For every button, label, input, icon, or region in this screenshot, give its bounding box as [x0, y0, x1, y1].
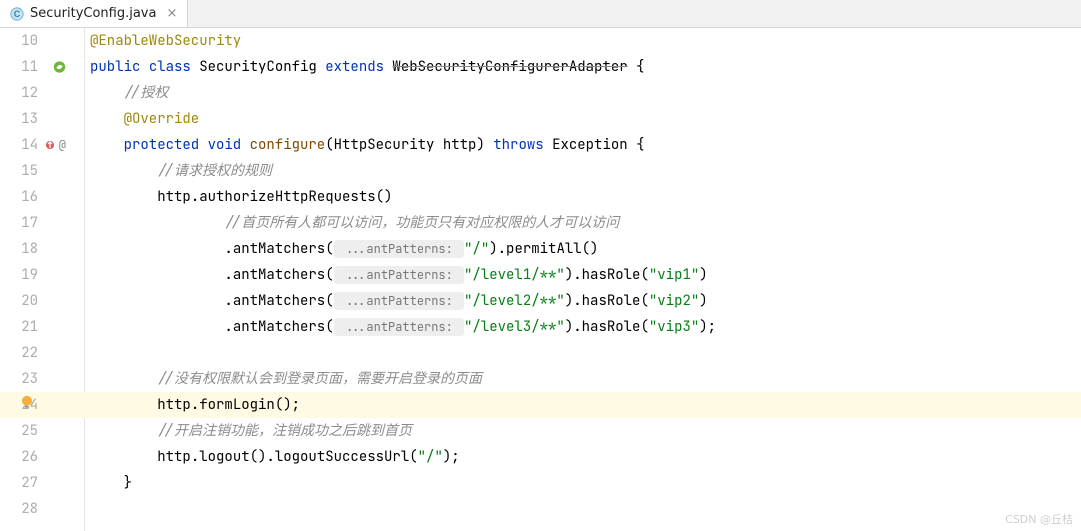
- code-line: http.authorizeHttpRequests(): [68, 184, 1081, 210]
- code-line: //授权: [68, 80, 1081, 106]
- code-line: }: [68, 470, 1081, 496]
- code-line: [68, 340, 1081, 366]
- code-line: http.formLogin();: [68, 392, 1081, 418]
- param-hint: ...antPatterns:: [334, 318, 464, 336]
- code-line: //首页所有人都可以访问，功能页只有对应权限的人才可以访问: [68, 210, 1081, 236]
- gutter-line: 13: [0, 106, 68, 132]
- code-line: [68, 496, 1081, 522]
- code-line: http.logout().logoutSuccessUrl("/");: [68, 444, 1081, 470]
- code-line: //请求授权的规则: [68, 158, 1081, 184]
- code-line: //没有权限默认会到登录页面，需要开启登录的页面: [68, 366, 1081, 392]
- watermark: CSDN @丘桔: [1005, 511, 1073, 527]
- java-class-icon: C: [10, 7, 24, 21]
- code-line: public class SecurityConfig extends WebS…: [68, 54, 1081, 80]
- param-hint: ...antPatterns:: [334, 266, 464, 284]
- lightbulb-icon[interactable]: [20, 392, 34, 406]
- editor[interactable]: 10 11 12 13 14 @ 15 16 17 18 19 20 21 22…: [0, 28, 1081, 531]
- code-line: .antMatchers( ...antPatterns: "/level2/*…: [68, 288, 1081, 314]
- code-line: .antMatchers( ...antPatterns: "/level3/*…: [68, 314, 1081, 340]
- code-line: //开启注销功能，注销成功之后跳到首页: [68, 418, 1081, 444]
- code-line: .antMatchers( ...antPatterns: "/").permi…: [68, 236, 1081, 262]
- code-line: protected void configure(HttpSecurity ht…: [68, 132, 1081, 158]
- close-icon[interactable]: ×: [166, 6, 177, 21]
- param-hint: ...antPatterns:: [334, 292, 464, 310]
- gutter-spring-icon: [53, 61, 66, 74]
- code-line: @EnableWebSecurity: [68, 28, 1081, 54]
- gutter-line: 15: [0, 158, 68, 184]
- gutter-line: 27: [0, 470, 68, 496]
- gutter-line: 12: [0, 80, 68, 106]
- tab-bar: C SecurityConfig.java ×: [0, 0, 1081, 28]
- gutter-line: 22: [0, 340, 68, 366]
- code-line: @Override: [68, 106, 1081, 132]
- svg-text:C: C: [14, 9, 21, 19]
- gutter-line: 16: [0, 184, 68, 210]
- gutter-line: 20: [0, 288, 68, 314]
- code-area[interactable]: @EnableWebSecurity public class Security…: [68, 28, 1081, 531]
- gutter-line: 26: [0, 444, 68, 470]
- tab-securityconfig[interactable]: C SecurityConfig.java ×: [0, 0, 188, 27]
- gutter-line: 10: [0, 28, 68, 54]
- gutter-line: 19: [0, 262, 68, 288]
- gutter-line: 18: [0, 236, 68, 262]
- param-hint: ...antPatterns:: [334, 240, 464, 258]
- gutter-line: 28: [0, 496, 68, 522]
- gutter-line: 21: [0, 314, 68, 340]
- gutter-override-icon[interactable]: @: [46, 132, 66, 158]
- gutter: 10 11 12 13 14 @ 15 16 17 18 19 20 21 22…: [0, 28, 68, 531]
- code-line: .antMatchers( ...antPatterns: "/level1/*…: [68, 262, 1081, 288]
- gutter-line: 24: [0, 392, 68, 418]
- gutter-line: 17: [0, 210, 68, 236]
- tab-label: SecurityConfig.java: [30, 6, 156, 21]
- gutter-line: 23: [0, 366, 68, 392]
- gutter-line: 14 @: [0, 132, 68, 158]
- gutter-line: 25: [0, 418, 68, 444]
- gutter-line: 11: [0, 54, 68, 80]
